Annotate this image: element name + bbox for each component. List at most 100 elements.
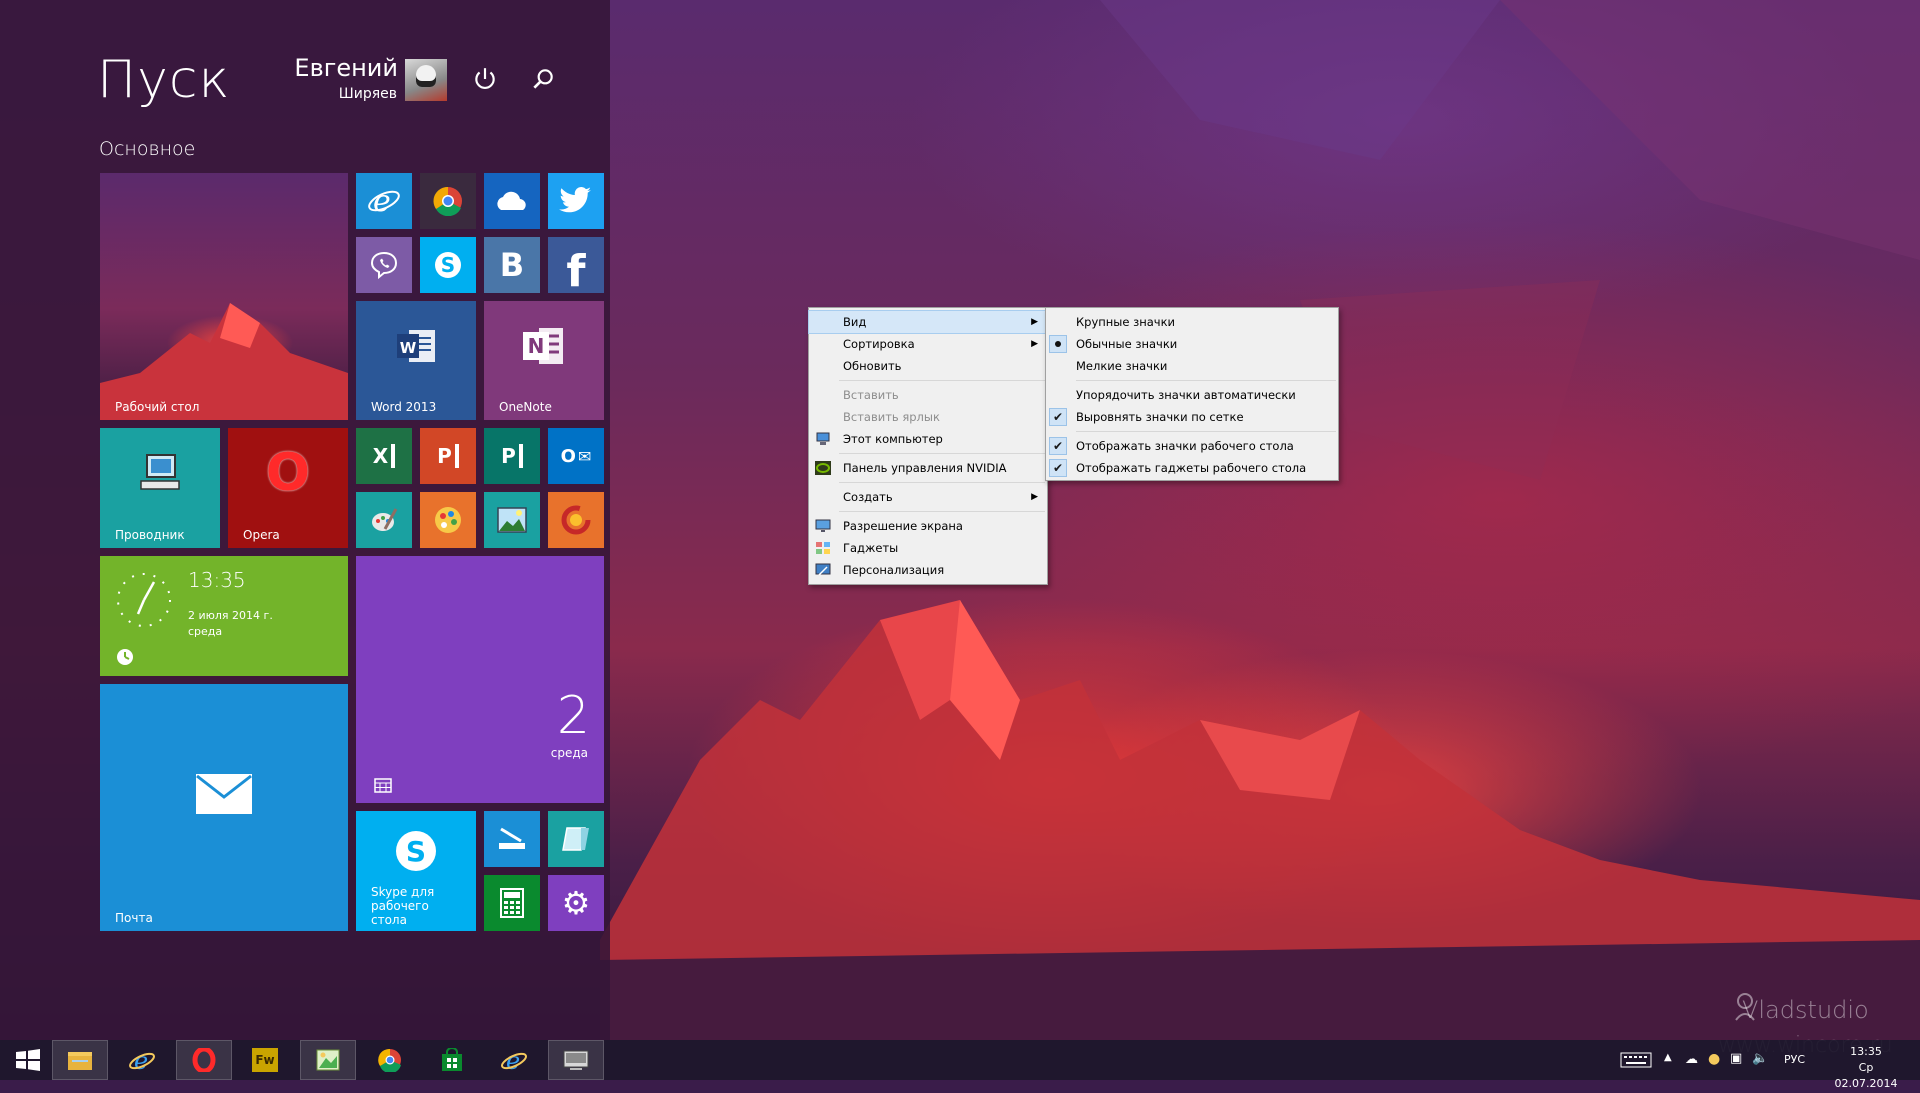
gear-icon: ⚙: [561, 884, 591, 922]
tile-publisher[interactable]: P: [484, 428, 540, 484]
submenu-item-show-gadgets[interactable]: ✔ Отображать гаджеты рабочего стола: [1046, 457, 1338, 479]
start-title: Пуск: [97, 50, 231, 110]
photo-editor-icon: [316, 1049, 340, 1071]
tile-word-2013[interactable]: W Word 2013: [356, 301, 476, 420]
tile-label: Почта: [115, 911, 153, 925]
menu-item-sort[interactable]: Сортировка ▶: [809, 333, 1047, 355]
volume-icon[interactable]: 🔈: [1752, 1051, 1768, 1091]
menu-item-paste[interactable]: Вставить: [809, 384, 1047, 406]
store-bag-icon: [442, 1048, 462, 1071]
tile-label: Рабочий стол: [115, 400, 200, 414]
tile-facebook[interactable]: f: [548, 237, 604, 293]
taskbar-store[interactable]: [424, 1040, 480, 1080]
tile-ccleaner[interactable]: [548, 492, 604, 548]
menu-item-screen-resolution[interactable]: Разрешение экрана: [809, 515, 1047, 537]
checkmark-icon: ✔: [1049, 437, 1067, 455]
calendar-icon: [374, 778, 392, 793]
windows-logo-icon: [16, 1049, 40, 1071]
desktop-window-icon: [563, 1050, 589, 1070]
tile-scan[interactable]: [484, 811, 540, 867]
monitor-tray-icon[interactable]: ▣: [1730, 1051, 1742, 1091]
tile-vk[interactable]: B: [484, 237, 540, 293]
user-first-name[interactable]: Евгений: [294, 54, 398, 82]
tile-chrome[interactable]: [420, 173, 476, 229]
menu-separator: [839, 482, 1045, 483]
menu-item-refresh[interactable]: Обновить: [809, 355, 1047, 377]
network-tray-icon[interactable]: ☁: [1685, 1052, 1698, 1092]
tile-calculator[interactable]: [484, 875, 540, 931]
tile-calendar[interactable]: 2 среда: [356, 556, 604, 803]
svg-text:S: S: [441, 253, 455, 277]
tile-opera[interactable]: O Opera: [228, 428, 348, 548]
submenu-item-show-desktop-icons[interactable]: ✔ Отображать значки рабочего стола: [1046, 435, 1338, 457]
taskbar-clock[interactable]: 13:35 Ср 02.07.2014: [1826, 1044, 1906, 1090]
desktop-preview: [100, 303, 348, 420]
tile-skype-desktop[interactable]: S Skype для рабочего стола: [356, 811, 476, 931]
power-icon[interactable]: [472, 66, 498, 92]
tile-outlook[interactable]: O ✉: [548, 428, 604, 484]
tile-settings[interactable]: ⚙: [548, 875, 604, 931]
opera-icon: O: [265, 443, 311, 503]
tile-desktop[interactable]: Рабочий стол: [100, 173, 348, 420]
taskbar: e Fw e ▲ ☁ ● ▣ 🔈 РУС 13:35 Ср 02.07.2014: [0, 1040, 1920, 1090]
facebook-icon: f: [566, 245, 586, 294]
tile-viber[interactable]: [356, 237, 412, 293]
tile-reader[interactable]: [548, 811, 604, 867]
tile-photos[interactable]: [484, 492, 540, 548]
tile-fresh-paint[interactable]: [420, 492, 476, 548]
view-submenu: Крупные значки Обычные значки Мелкие зна…: [1045, 307, 1339, 481]
submenu-arrow-icon: ▶: [1031, 492, 1038, 502]
user-last-name[interactable]: Ширяев: [339, 86, 397, 102]
app-tray-icon[interactable]: ●: [1708, 1051, 1720, 1091]
palette-brush-icon: [372, 508, 398, 531]
tile-clock[interactable]: 13:35 2 июля 2014 г. среда: [100, 556, 348, 676]
menu-item-paste-shortcut[interactable]: Вставить ярлык: [809, 406, 1047, 428]
cleaner-icon: [561, 505, 591, 535]
taskbar-opera[interactable]: [176, 1040, 232, 1080]
taskbar-file-explorer[interactable]: [52, 1040, 108, 1080]
tile-onedrive[interactable]: [484, 173, 540, 229]
menu-item-this-pc[interactable]: Этот компьютер: [809, 428, 1047, 450]
menu-item-personalization[interactable]: Персонализация: [809, 559, 1047, 581]
search-icon[interactable]: [530, 66, 556, 92]
tile-internet-explorer[interactable]: e: [356, 173, 412, 229]
tile-mail[interactable]: Почта: [100, 684, 348, 931]
taskbar-chrome[interactable]: [362, 1040, 418, 1080]
tile-excel[interactable]: X: [356, 428, 412, 484]
tile-skype[interactable]: S: [420, 237, 476, 293]
submenu-item-auto-arrange[interactable]: Упорядочить значки автоматически: [1046, 384, 1338, 406]
ie-icon: e: [368, 184, 400, 218]
tile-label: Opera: [243, 528, 280, 542]
submenu-item-small-icons[interactable]: Мелкие значки: [1046, 355, 1338, 377]
tile-powerpoint[interactable]: P: [420, 428, 476, 484]
submenu-item-align-to-grid[interactable]: ✔ Выровнять значки по сетке: [1046, 406, 1338, 428]
desktop-context-menu: Вид ▶ Сортировка ▶ Обновить Вставить Встав…: [808, 307, 1048, 585]
start-button[interactable]: [0, 1040, 56, 1080]
tile-explorer[interactable]: Проводник: [100, 428, 220, 548]
tray-expand-icon[interactable]: ▲: [1664, 1052, 1672, 1092]
submenu-item-medium-icons[interactable]: Обычные значки: [1046, 333, 1338, 355]
submenu-item-large-icons[interactable]: Крупные значки: [1046, 311, 1338, 333]
word-icon: W: [397, 330, 435, 362]
touch-keyboard-icon[interactable]: [1620, 1052, 1652, 1068]
this-pc-icon: [140, 454, 180, 490]
reader-icon: [562, 827, 589, 851]
tile-paint[interactable]: [356, 492, 412, 548]
menu-item-gadgets[interactable]: Гаджеты: [809, 537, 1047, 559]
taskbar-fireworks[interactable]: Fw: [238, 1040, 294, 1080]
menu-item-view[interactable]: Вид ▶: [808, 310, 1048, 334]
taskbar-desktop-app[interactable]: [548, 1040, 604, 1080]
tile-onenote[interactable]: N OneNote: [484, 301, 604, 420]
menu-item-nvidia-panel[interactable]: Панель управления NVIDIA: [809, 457, 1047, 479]
svg-text:S: S: [406, 835, 426, 868]
menu-item-create[interactable]: Создать ▶: [809, 486, 1047, 508]
taskbar-internet-explorer[interactable]: e: [114, 1040, 170, 1080]
outlook-icon: O: [560, 445, 576, 467]
input-language[interactable]: РУС: [1784, 1053, 1805, 1093]
tile-twitter[interactable]: [548, 173, 604, 229]
submenu-arrow-icon: ▶: [1031, 317, 1038, 327]
skype-icon: S: [435, 252, 461, 278]
taskbar-internet-explorer-2[interactable]: e: [486, 1040, 542, 1080]
taskbar-photo-app[interactable]: [300, 1040, 356, 1080]
user-avatar[interactable]: [405, 59, 447, 101]
